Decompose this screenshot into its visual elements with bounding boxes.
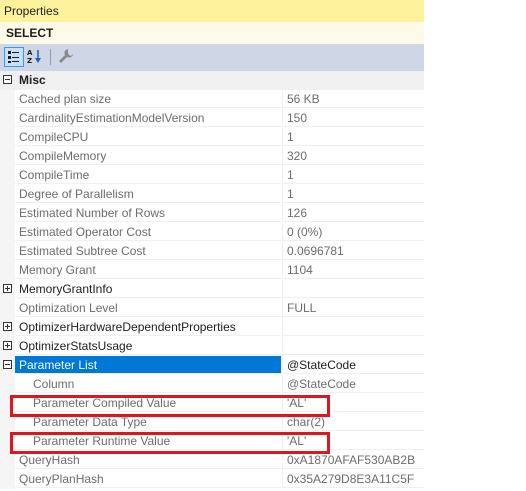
property-value[interactable]: 1 xyxy=(282,128,424,146)
property-value[interactable] xyxy=(282,337,424,355)
property-name: Estimated Subtree Cost xyxy=(15,242,281,260)
property-name: Optimization Level xyxy=(15,299,281,317)
property-name: Cached plan size xyxy=(15,90,281,108)
property-value[interactable]: 1 xyxy=(282,185,424,203)
category-label: Misc xyxy=(15,71,424,89)
svg-text:Z: Z xyxy=(27,57,32,65)
property-value[interactable]: 320 xyxy=(282,147,424,165)
expand-icon[interactable] xyxy=(3,341,12,350)
collapse-icon[interactable] xyxy=(3,75,12,84)
highlight-box-runtime-value xyxy=(10,432,330,454)
property-row[interactable]: Optimization Level FULL xyxy=(0,299,424,318)
property-name: OptimizerStatsUsage xyxy=(15,337,281,355)
property-row[interactable]: CompileTime 1 xyxy=(0,166,424,185)
property-value[interactable] xyxy=(282,318,424,336)
property-row[interactable]: CardinalityEstimationModelVersion 150 xyxy=(0,109,424,128)
property-row-selected[interactable]: Parameter List @StateCode xyxy=(0,356,424,375)
property-name: Estimated Operator Cost xyxy=(15,223,281,241)
property-value[interactable]: 0.0696781 xyxy=(282,242,424,260)
property-row[interactable]: Estimated Operator Cost 0 (0%) xyxy=(0,223,424,242)
property-name: QueryPlanHash xyxy=(15,470,281,488)
property-value[interactable]: 150 xyxy=(282,109,424,127)
property-row-expandable[interactable]: OptimizerStatsUsage xyxy=(0,337,424,356)
property-value[interactable]: FULL xyxy=(282,299,424,317)
alphabetical-button[interactable]: A Z xyxy=(26,47,46,67)
property-name: CompileTime xyxy=(15,166,281,184)
property-row[interactable]: Degree of Parallelism 1 xyxy=(0,185,424,204)
wrench-icon xyxy=(59,49,73,63)
property-row[interactable]: Cached plan size 56 KB xyxy=(0,90,424,109)
properties-toolbar: A Z xyxy=(0,44,424,71)
property-row[interactable]: CompileCPU 1 xyxy=(0,128,424,147)
property-value[interactable]: 0 (0%) xyxy=(282,223,424,241)
category-row-misc[interactable]: Misc xyxy=(0,71,424,90)
expand-icon[interactable] xyxy=(3,322,12,331)
highlight-box-compiled-value xyxy=(10,395,330,417)
properties-title-bar: Properties xyxy=(0,0,424,22)
property-row-expandable[interactable]: MemoryGrantInfo xyxy=(0,280,424,299)
property-name: Column xyxy=(15,375,281,393)
row-gutter xyxy=(0,71,15,90)
property-name: OptimizerHardwareDependentProperties xyxy=(15,318,281,336)
selected-object-label: SELECT xyxy=(6,26,54,40)
property-row[interactable]: Memory Grant 1104 xyxy=(0,261,424,280)
property-row[interactable]: QueryPlanHash 0x35A279D8E3A11C5F xyxy=(0,470,424,489)
collapse-icon[interactable] xyxy=(3,360,12,369)
property-value[interactable]: 56 KB xyxy=(282,90,424,108)
property-name: CardinalityEstimationModelVersion xyxy=(15,109,281,127)
alphabetical-icon: A Z xyxy=(27,49,41,65)
property-grid: Misc Cached plan size 56 KB CardinalityEs… xyxy=(0,71,424,489)
property-name: Estimated Number of Rows xyxy=(15,204,281,222)
property-value[interactable]: 126 xyxy=(282,204,424,222)
categorized-icon xyxy=(8,51,19,63)
property-name: Degree of Parallelism xyxy=(15,185,281,203)
property-name: MemoryGrantInfo xyxy=(15,280,281,298)
property-value[interactable]: 0x35A279D8E3A11C5F xyxy=(282,470,424,488)
expand-icon[interactable] xyxy=(3,284,12,293)
property-name: Parameter List xyxy=(15,356,281,374)
categorized-button[interactable] xyxy=(4,47,24,67)
property-name: Memory Grant xyxy=(15,261,281,279)
property-pages-button[interactable] xyxy=(56,47,76,67)
property-row[interactable]: Estimated Number of Rows 126 xyxy=(0,204,424,223)
property-row-expandable[interactable]: OptimizerHardwareDependentProperties xyxy=(0,318,424,337)
property-value[interactable]: 1104 xyxy=(282,261,424,279)
property-value[interactable]: @StateCode xyxy=(282,375,424,393)
property-row[interactable]: CompileMemory 320 xyxy=(0,147,424,166)
panel-title: Properties xyxy=(4,4,59,18)
property-row[interactable]: Column @StateCode xyxy=(0,375,424,394)
property-value[interactable]: @StateCode xyxy=(282,356,424,374)
object-selector[interactable]: SELECT xyxy=(0,22,424,44)
property-value[interactable] xyxy=(282,280,424,298)
property-name: CompileCPU xyxy=(15,128,281,146)
property-name: CompileMemory xyxy=(15,147,281,165)
property-value[interactable]: 1 xyxy=(282,166,424,184)
svg-text:A: A xyxy=(27,49,33,57)
toolbar-separator xyxy=(50,49,51,65)
property-row[interactable]: Estimated Subtree Cost 0.0696781 xyxy=(0,242,424,261)
